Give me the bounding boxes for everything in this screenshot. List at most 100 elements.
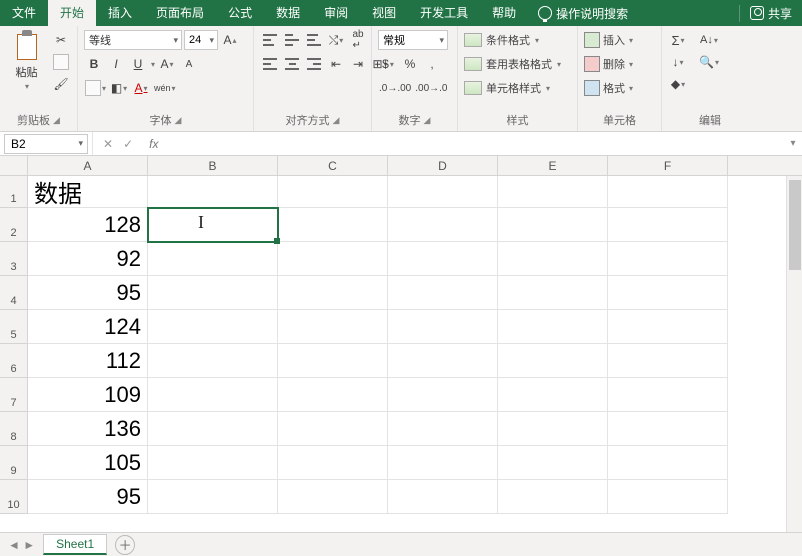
cell-e7[interactable] (498, 378, 608, 412)
row-header-8[interactable]: 8 (0, 412, 28, 446)
tab-file[interactable]: 文件 (0, 0, 48, 26)
cell-b5[interactable] (148, 310, 278, 344)
underline-button[interactable]: U (128, 54, 148, 74)
column-header-b[interactable]: B (148, 156, 278, 175)
row-header-3[interactable]: 3 (0, 242, 28, 276)
tab-data[interactable]: 数据 (264, 0, 312, 26)
cell-b2[interactable]: I (148, 208, 278, 242)
copy-button[interactable] (51, 52, 71, 72)
tab-review[interactable]: 审阅 (312, 0, 360, 26)
insert-cells-button[interactable]: 插入▾ (584, 30, 633, 50)
fill-color-button[interactable]: ◧▾ (109, 78, 129, 98)
formula-input[interactable] (164, 134, 784, 154)
decrease-indent-button[interactable]: ⇤ (326, 54, 346, 74)
percent-format-button[interactable]: % (400, 54, 420, 74)
cell-c5[interactable] (278, 310, 388, 344)
cell-d8[interactable] (388, 412, 498, 446)
row-header-9[interactable]: 9 (0, 446, 28, 480)
cell-d9[interactable] (388, 446, 498, 480)
accounting-format-button[interactable]: $▾ (378, 54, 398, 74)
sheet-nav-buttons[interactable]: ◄ ► (0, 538, 43, 552)
confirm-edit-button[interactable]: ✓ (123, 137, 133, 151)
cell-f6[interactable] (608, 344, 728, 378)
decrease-font-button[interactable]: A▾ (157, 54, 177, 74)
new-sheet-button[interactable]: ＋ (115, 535, 135, 555)
cell-c8[interactable] (278, 412, 388, 446)
column-header-e[interactable]: E (498, 156, 608, 175)
cell-a2[interactable]: 128 (28, 208, 148, 242)
dialog-launcher-icon[interactable]: ◢ (53, 115, 60, 126)
align-middle-button[interactable] (282, 30, 302, 50)
cell-a1[interactable]: 数据 (28, 176, 148, 208)
cell-b10[interactable] (148, 480, 278, 514)
row-header-5[interactable]: 5 (0, 310, 28, 344)
align-bottom-button[interactable] (304, 30, 324, 50)
cell-e5[interactable] (498, 310, 608, 344)
paste-button[interactable]: 粘贴 ▾ (6, 30, 47, 91)
cell-e4[interactable] (498, 276, 608, 310)
align-top-button[interactable] (260, 30, 280, 50)
cell-d6[interactable] (388, 344, 498, 378)
column-header-d[interactable]: D (388, 156, 498, 175)
increase-indent-button[interactable]: ⇥ (348, 54, 368, 74)
increase-decimal-button[interactable]: .0→.00 (378, 78, 412, 98)
cell-e9[interactable] (498, 446, 608, 480)
select-all-corner[interactable] (0, 156, 28, 175)
tab-view[interactable]: 视图 (360, 0, 408, 26)
cell-f7[interactable] (608, 378, 728, 412)
conditional-formatting-button[interactable]: 条件格式▾ (464, 30, 539, 50)
column-header-f[interactable]: F (608, 156, 728, 175)
cell-b4[interactable] (148, 276, 278, 310)
tab-page-layout[interactable]: 页面布局 (144, 0, 216, 26)
cell-a8[interactable]: 136 (28, 412, 148, 446)
cell-e3[interactable] (498, 242, 608, 276)
cell-f9[interactable] (608, 446, 728, 480)
cell-d4[interactable] (388, 276, 498, 310)
row-header-7[interactable]: 7 (0, 378, 28, 412)
vertical-scrollbar[interactable] (786, 176, 802, 532)
decrease-decimal-button[interactable]: .00→.0 (414, 78, 448, 98)
cell-f8[interactable] (608, 412, 728, 446)
cell-b1[interactable] (148, 176, 278, 208)
cell-c4[interactable] (278, 276, 388, 310)
phonetic-button[interactable]: A (179, 54, 199, 74)
align-right-button[interactable] (304, 54, 324, 74)
expand-formula-bar-button[interactable]: ▾ (784, 138, 802, 149)
cell-d1[interactable] (388, 176, 498, 208)
row-header-6[interactable]: 6 (0, 344, 28, 378)
find-select-button[interactable]: 🔍▾ (698, 52, 720, 72)
cell-d7[interactable] (388, 378, 498, 412)
font-name-combo[interactable]: 等线 (84, 30, 182, 50)
cell-a6[interactable]: 112 (28, 344, 148, 378)
orientation-button[interactable]: ⤭▾ (326, 30, 346, 50)
align-left-button[interactable] (260, 54, 280, 74)
cell-b8[interactable] (148, 412, 278, 446)
cell-c10[interactable] (278, 480, 388, 514)
cell-d2[interactable] (388, 208, 498, 242)
cell-a5[interactable]: 124 (28, 310, 148, 344)
wrap-text-button[interactable]: ab↵ (348, 30, 368, 50)
cell-c6[interactable] (278, 344, 388, 378)
tab-formulas[interactable]: 公式 (216, 0, 264, 26)
share-button[interactable]: 共享 (739, 5, 802, 22)
row-header-1[interactable]: 1 (0, 176, 28, 208)
cell-c3[interactable] (278, 242, 388, 276)
cut-button[interactable]: ✂ (51, 30, 71, 50)
dialog-launcher-icon[interactable]: ◢ (333, 115, 340, 126)
cancel-edit-button[interactable]: ✕ (103, 137, 113, 151)
cell-e8[interactable] (498, 412, 608, 446)
row-header-2[interactable]: 2 (0, 208, 28, 242)
font-color-button[interactable]: A▾ (131, 78, 151, 98)
tab-home[interactable]: 开始 (48, 0, 96, 26)
insert-function-button[interactable]: fx (143, 137, 164, 151)
column-header-c[interactable]: C (278, 156, 388, 175)
cell-d3[interactable] (388, 242, 498, 276)
cell-c7[interactable] (278, 378, 388, 412)
bold-button[interactable]: B (84, 54, 104, 74)
cell-c1[interactable] (278, 176, 388, 208)
dialog-launcher-icon[interactable]: ◢ (175, 115, 182, 126)
tab-insert[interactable]: 插入 (96, 0, 144, 26)
cell-d5[interactable] (388, 310, 498, 344)
align-center-button[interactable] (282, 54, 302, 74)
tab-developer[interactable]: 开发工具 (408, 0, 480, 26)
